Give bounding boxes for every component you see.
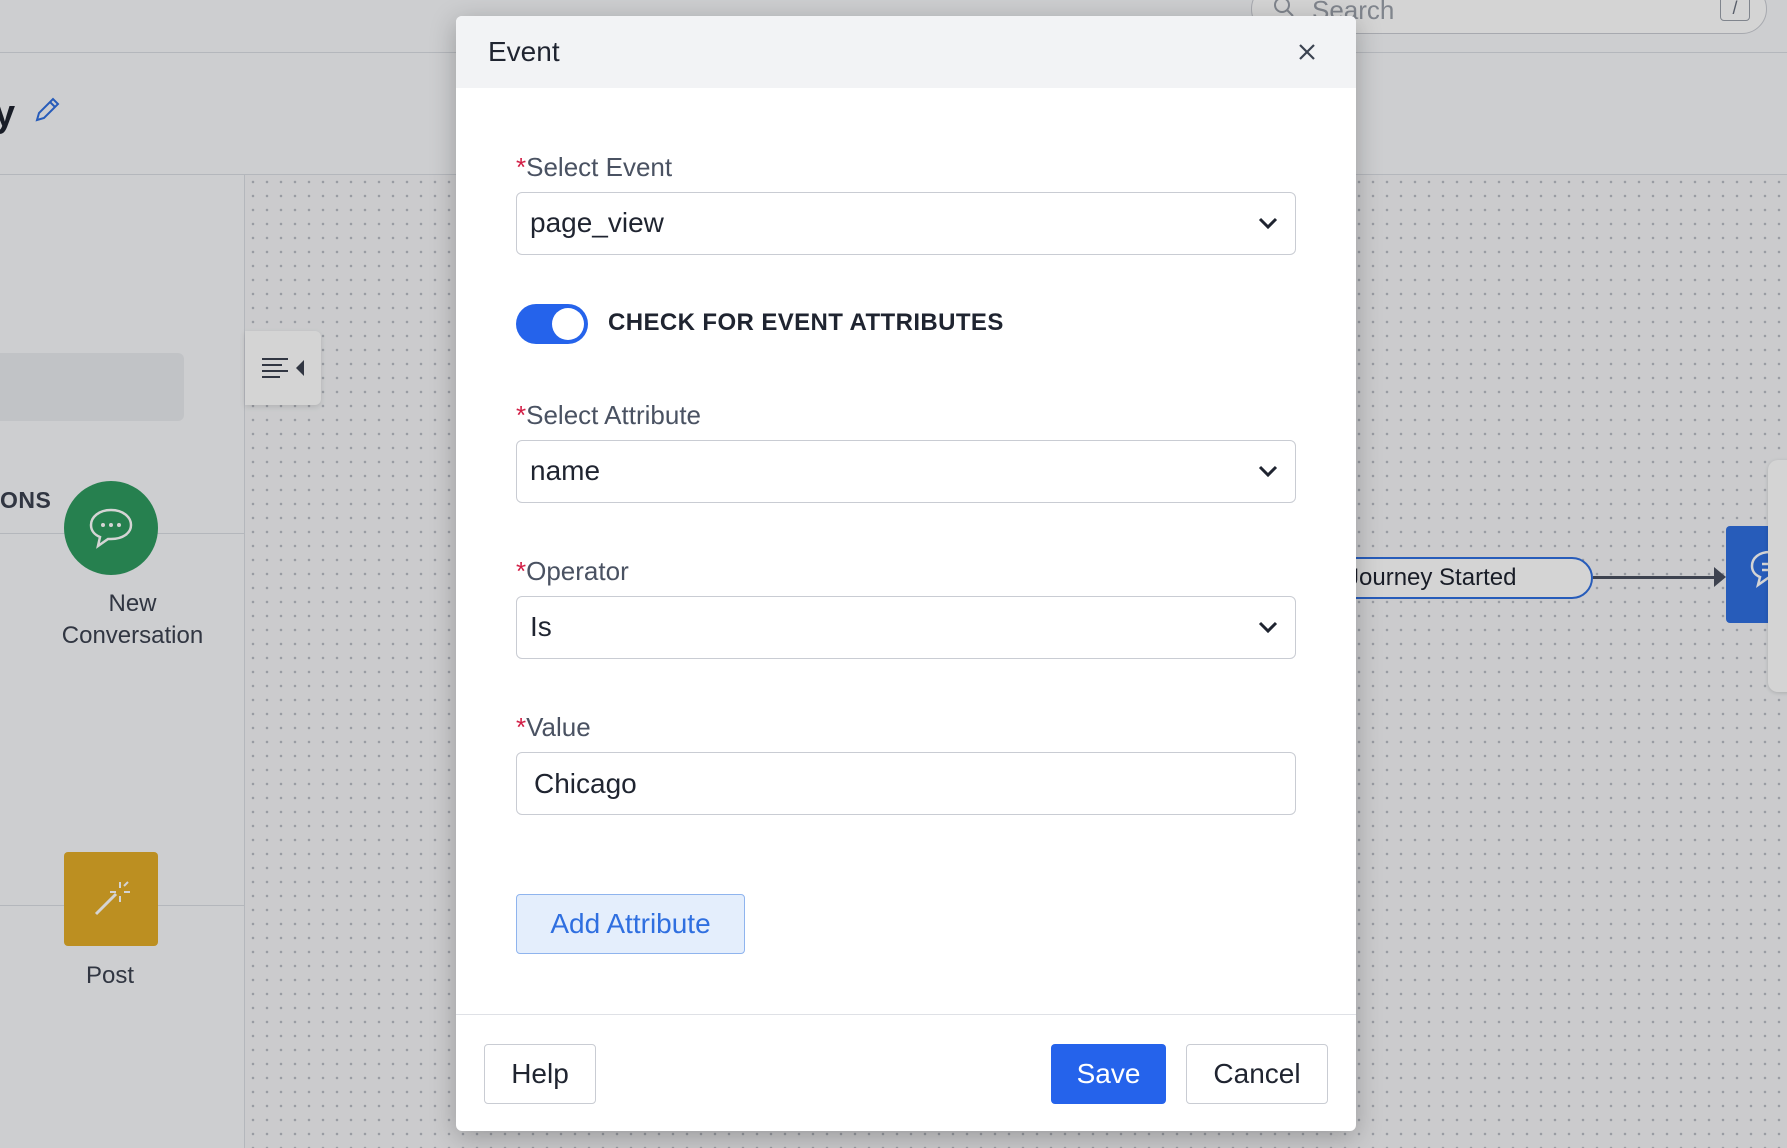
- chevron-down-icon: [1258, 465, 1278, 478]
- select-attribute-dropdown[interactable]: name: [516, 440, 1296, 503]
- select-event-label: *Select Event: [516, 152, 673, 182]
- event-modal: Event *Select Event page_view CHECK FOR …: [456, 16, 1356, 1131]
- operator-label: *Operator: [516, 556, 629, 586]
- add-attribute-button[interactable]: Add Attribute: [516, 894, 745, 954]
- help-button[interactable]: Help: [484, 1044, 596, 1104]
- chevron-down-icon: [1258, 621, 1278, 634]
- required-marker: *: [516, 556, 527, 586]
- value-label: *Value: [516, 712, 591, 742]
- save-button[interactable]: Save: [1051, 1044, 1166, 1104]
- modal-header: Event: [456, 16, 1356, 88]
- select-attribute-label: *Select Attribute: [516, 400, 702, 430]
- event-attributes-toggle[interactable]: [516, 304, 588, 344]
- toggle-label: CHECK FOR EVENT ATTRIBUTES: [608, 309, 1004, 336]
- footer-divider: [456, 1014, 1356, 1015]
- close-icon[interactable]: [1291, 36, 1323, 68]
- operator-value: Is: [530, 611, 552, 642]
- toggle-knob: [552, 308, 584, 340]
- select-event-value: page_view: [530, 207, 664, 238]
- cancel-button[interactable]: Cancel: [1186, 1044, 1328, 1104]
- required-marker: *: [516, 712, 527, 742]
- chevron-down-icon: [1258, 217, 1278, 230]
- select-event-dropdown[interactable]: page_view: [516, 192, 1296, 255]
- operator-dropdown[interactable]: Is: [516, 596, 1296, 659]
- value-input[interactable]: [516, 752, 1296, 815]
- select-attribute-value: name: [530, 455, 601, 486]
- required-marker: *: [516, 400, 527, 430]
- required-marker: *: [516, 152, 527, 182]
- modal-title: Event: [488, 36, 560, 67]
